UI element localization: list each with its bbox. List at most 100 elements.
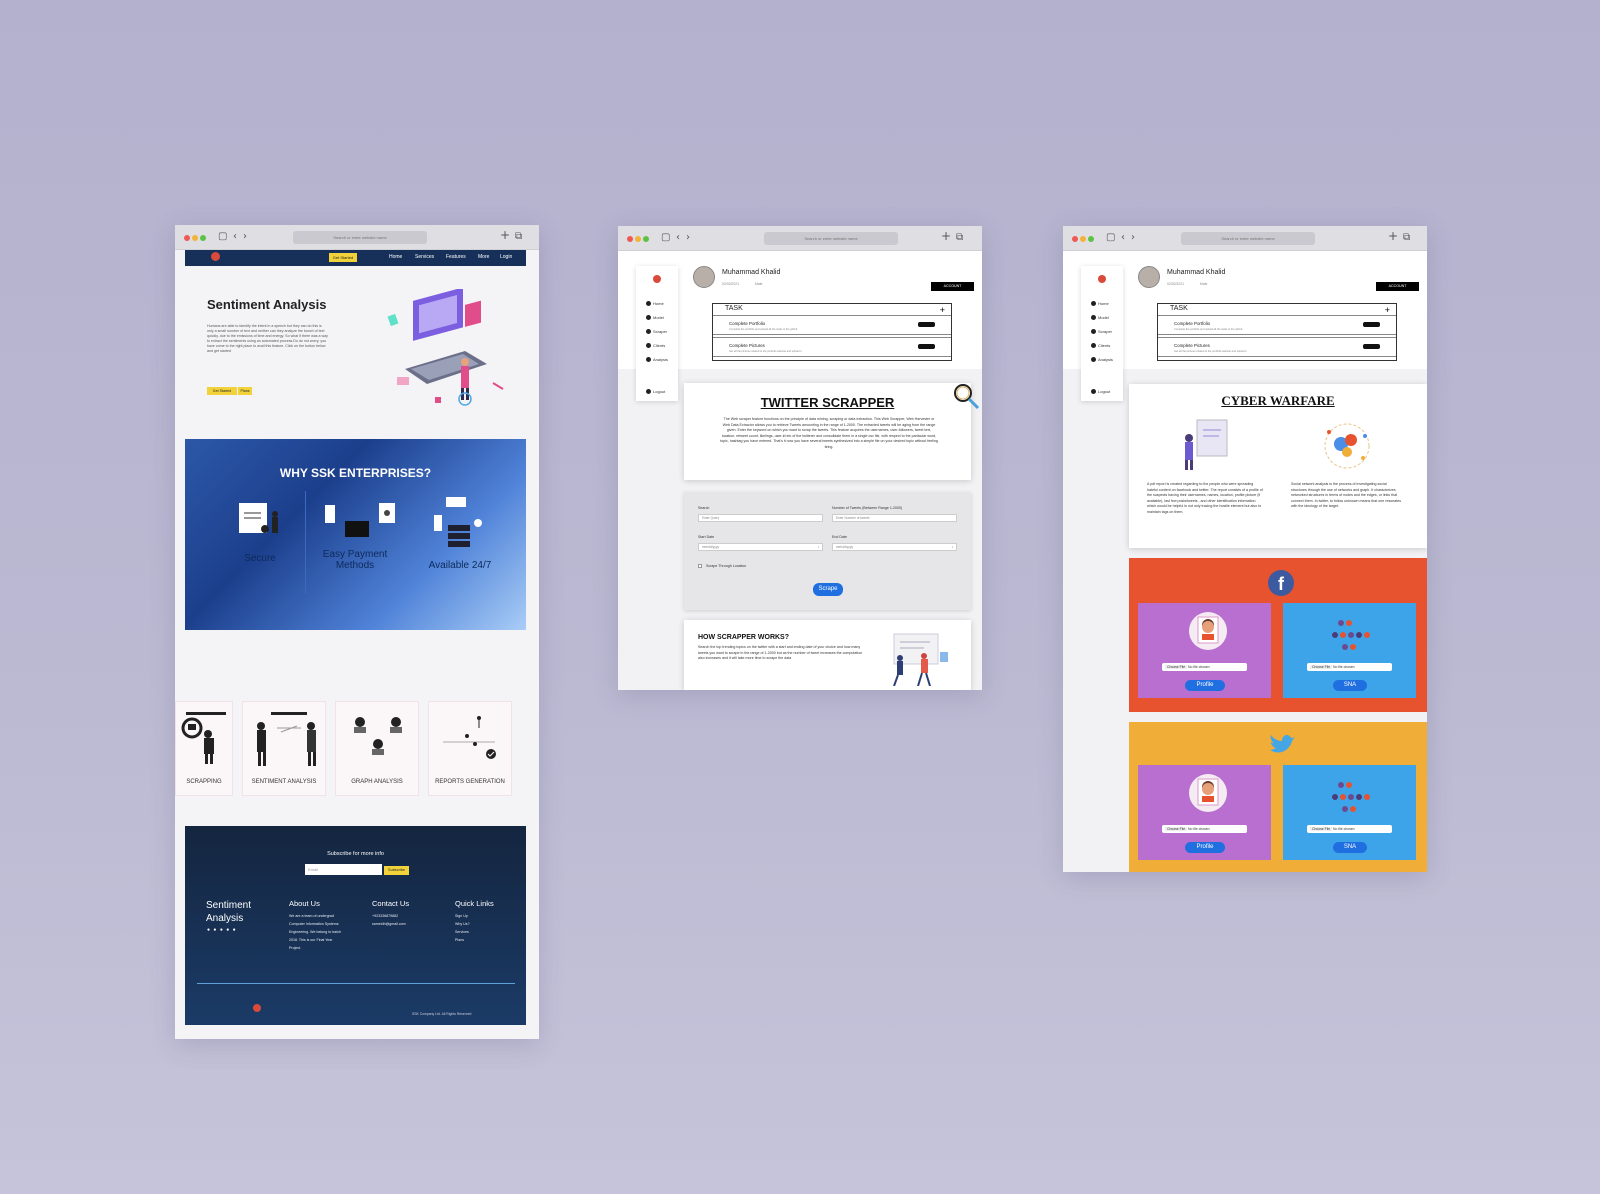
tabs-icon[interactable]: ⧉ <box>956 232 963 244</box>
minimize-dot-icon[interactable] <box>192 235 198 241</box>
end-date-input[interactable]: mm/dd/yyyy ▪ <box>832 543 957 551</box>
task-item-desc: Complete the portfolio and upload all th… <box>729 328 798 331</box>
sidebar-icon[interactable]: ▢ <box>1106 232 1115 244</box>
task-toggle[interactable] <box>1363 322 1380 327</box>
search-input[interactable]: Enter Query <box>698 514 823 522</box>
add-task-icon[interactable]: + <box>1385 305 1390 315</box>
profile-button[interactable]: Profile <box>1185 680 1225 691</box>
task-item: Complete Portfolio Complete the portfoli… <box>1158 315 1396 335</box>
close-dot-icon[interactable] <box>627 236 633 242</box>
sna-button[interactable]: SNA <box>1333 680 1367 691</box>
how-title: HOW SCRAPPER WORKS? <box>698 634 789 641</box>
footer-link-services[interactable]: Services <box>455 928 469 936</box>
calendar-icon[interactable]: ▪ <box>818 544 819 551</box>
nav-services[interactable]: Services <box>415 254 434 260</box>
nav-more[interactable]: More <box>478 254 489 260</box>
tabs-icon[interactable]: ⧉ <box>1403 232 1410 244</box>
social-icons[interactable]: ● ● ● ● ● <box>207 927 237 933</box>
back-icon[interactable]: ‹ <box>676 232 680 244</box>
task-toggle[interactable] <box>918 322 935 327</box>
sidebar-icon[interactable]: ▢ <box>661 232 670 244</box>
maximize-dot-icon[interactable] <box>1088 236 1094 242</box>
task-title: TASK <box>1170 305 1188 312</box>
minimize-dot-icon[interactable] <box>635 236 641 242</box>
sna-button[interactable]: SNA <box>1333 842 1367 853</box>
profile-file-input[interactable]: Choose File No file chosen <box>1162 825 1247 833</box>
profile-file-input[interactable]: Choose File No file chosen <box>1162 663 1247 671</box>
profile-button[interactable]: Profile <box>1185 842 1225 853</box>
service-card-sentiment[interactable]: SENTIMENT ANALYSIS <box>242 701 326 796</box>
service-card-scrapping[interactable]: SCRAPPING <box>175 701 233 796</box>
hero-get-started-button[interactable]: Get Started <box>207 387 237 395</box>
maximize-dot-icon[interactable] <box>643 236 649 242</box>
close-dot-icon[interactable] <box>184 235 190 241</box>
footer-contact-email[interactable]: sameldh@gmail.com <box>372 920 406 928</box>
sidebar-item-model[interactable]: Model <box>646 315 664 321</box>
nav-home[interactable]: Home <box>389 254 402 260</box>
back-icon[interactable]: ‹ <box>233 231 237 243</box>
task-item: Complete Portfolio Complete the portfoli… <box>713 315 951 335</box>
close-dot-icon[interactable] <box>1072 236 1078 242</box>
nav-get-started-button[interactable]: Get Started <box>329 253 357 262</box>
hero-plans-button[interactable]: Plans <box>238 387 252 395</box>
sidebar-logo-icon <box>653 275 661 283</box>
tabs-icon[interactable]: ⧉ <box>515 231 522 243</box>
forward-icon[interactable]: › <box>1131 232 1135 244</box>
sna-file-input[interactable]: Choose File No file chosen <box>1307 825 1392 833</box>
sidebar-item-scraper[interactable]: Scraper <box>646 329 667 335</box>
task-item-desc: Get all the pictures related to the port… <box>1174 350 1247 353</box>
end-date-label: End Date <box>832 535 847 539</box>
scrape-button[interactable]: Scrape <box>813 583 843 596</box>
sidebar-item-model[interactable]: Model <box>1091 315 1109 321</box>
user-avatar[interactable] <box>1138 266 1160 288</box>
user-avatar[interactable] <box>693 266 715 288</box>
new-tab-icon[interactable]: + <box>1388 230 1398 242</box>
footer-link-why[interactable]: Why Us? <box>455 920 470 928</box>
calendar-icon[interactable]: ▪ <box>952 544 953 551</box>
address-bar[interactable]: Search or enter website name <box>764 232 898 245</box>
subscribe-email-input[interactable]: Email <box>305 864 382 875</box>
service-card-graph[interactable]: GRAPH ANALYSIS <box>335 701 419 796</box>
account-button[interactable]: ACCOUNT <box>1376 282 1419 291</box>
forward-icon[interactable]: › <box>686 232 690 244</box>
nav-features[interactable]: Features <box>446 254 466 260</box>
start-date-input[interactable]: mm/dd/yyyy ▪ <box>698 543 823 551</box>
sidebar-item-analysis[interactable]: Analysis <box>1091 357 1113 363</box>
sidebar-item-logout[interactable]: Logout <box>646 389 665 395</box>
cyber-title: CYBER WARFARE <box>1221 393 1335 408</box>
sna-network-icon <box>1332 782 1370 812</box>
sna-file-input[interactable]: Choose File No file chosen <box>1307 663 1392 671</box>
sidebar-icon[interactable]: ▢ <box>218 231 227 243</box>
service-card-reports[interactable]: REPORTS GENERATION <box>428 701 512 796</box>
add-task-icon[interactable]: + <box>940 305 945 315</box>
maximize-dot-icon[interactable] <box>200 235 206 241</box>
subscribe-button[interactable]: Subscribe <box>384 866 409 875</box>
facebook-sna-card: Choose File No file chosen SNA <box>1283 603 1416 698</box>
forward-icon[interactable]: › <box>243 231 247 243</box>
sidebar-item-clients[interactable]: Clients <box>646 343 665 349</box>
location-checkbox[interactable] <box>698 564 702 568</box>
minimize-dot-icon[interactable] <box>1080 236 1086 242</box>
task-toggle[interactable] <box>1363 344 1380 349</box>
footer-link-signup[interactable]: Sign Up <box>455 912 468 920</box>
sidebar-item-home[interactable]: Home <box>1091 301 1109 307</box>
sidebar-item-clients[interactable]: Clients <box>1091 343 1110 349</box>
sidebar-item-scraper[interactable]: Scraper <box>1091 329 1112 335</box>
account-button[interactable]: ACCOUNT <box>931 282 974 291</box>
tweet-count-input[interactable]: Enter Number of tweets <box>832 514 957 522</box>
footer-about-text: We are a team of undergrad Computer Info… <box>289 914 342 950</box>
address-bar[interactable]: Search or enter website name <box>293 231 427 244</box>
new-tab-icon[interactable]: + <box>500 229 510 241</box>
task-toggle[interactable] <box>918 344 935 349</box>
brand-logo-icon[interactable] <box>211 252 220 261</box>
profile-avatar-icon <box>1189 612 1227 650</box>
sidebar-item-home[interactable]: Home <box>646 301 664 307</box>
footer-link-plans[interactable]: Plans <box>455 936 464 944</box>
back-icon[interactable]: ‹ <box>1121 232 1125 244</box>
sidebar-item-logout[interactable]: Logout <box>1091 389 1110 395</box>
sidebar-item-analysis[interactable]: Analysis <box>646 357 668 363</box>
address-bar[interactable]: Search or enter website name <box>1181 232 1315 245</box>
new-tab-icon[interactable]: + <box>941 230 951 242</box>
nav-login[interactable]: Login <box>500 254 512 260</box>
footer-copyright: SSK Company Ltd. All Rights Reserved <box>412 1012 472 1016</box>
